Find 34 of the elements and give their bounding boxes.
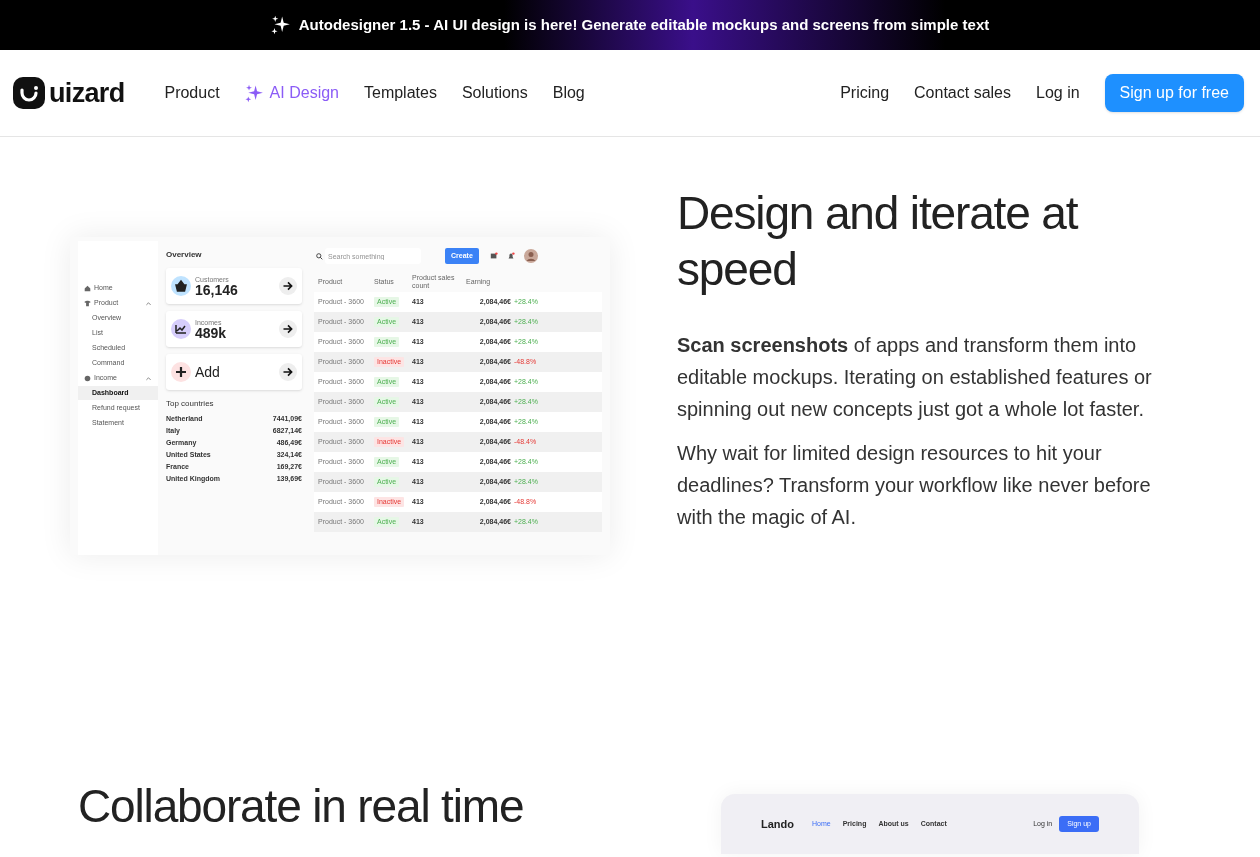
search-icon — [316, 252, 323, 260]
chat-icon — [489, 252, 498, 260]
arrow-right-icon — [279, 320, 297, 338]
hero-paragraph: Why wait for limited design resources to hit your deadlines? Transform your workflow like never before with the magic of AI. — [677, 441, 1152, 530]
hero-heading: Design and iterate at speed — [677, 186, 1079, 297]
arrow-right-icon — [279, 277, 297, 295]
sparkle-icon — [270, 15, 291, 35]
site-logo: Lando — [761, 816, 794, 832]
nav-link[interactable]: Templates — [364, 81, 437, 105]
stat-value: 16,146 — [195, 282, 238, 297]
section-heading: Collaborate in real time — [78, 779, 525, 834]
sparkle-icon — [244, 83, 264, 103]
house-icon — [84, 284, 91, 292]
nav-link[interactable]: AI Design — [244, 81, 339, 105]
line-chart-icon — [171, 319, 191, 339]
nav-link[interactable]: Log in — [1036, 81, 1080, 105]
nav-link[interactable]: Product — [164, 81, 220, 105]
nav-link[interactable]: Pricing — [840, 81, 890, 105]
smiley-logo-icon — [13, 77, 45, 109]
stat-value: 489k — [195, 325, 227, 340]
nav-link[interactable]: Solutions — [461, 81, 528, 105]
arrow-right-icon — [279, 363, 297, 381]
avatar-icon — [523, 249, 538, 263]
plus-icon — [171, 362, 191, 382]
section-title: Top countries — [166, 398, 215, 410]
basket-icon — [171, 276, 191, 296]
section-title: Overview — [166, 249, 203, 261]
hero-paragraph: Scan screenshots of apps and transform them into editable mockups. Iterating on established features or spinning out new concepts just got a whole lot faster. — [677, 333, 1153, 422]
logo-wordmark[interactable]: uizard — [49, 79, 125, 107]
shirt-icon — [84, 299, 91, 307]
bell-icon — [506, 252, 515, 260]
add-label[interactable]: Add — [195, 361, 220, 383]
nav-link[interactable]: Contact sales — [914, 81, 1011, 105]
nav-link[interactable]: Blog — [552, 81, 585, 105]
